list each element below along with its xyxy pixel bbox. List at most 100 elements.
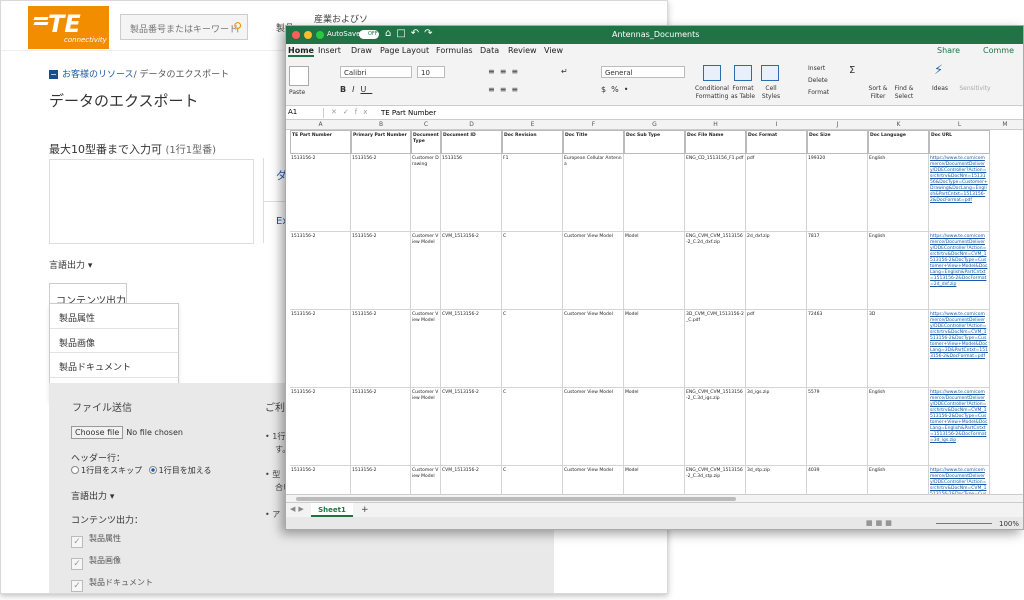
- font-size-select[interactable]: 10: [417, 66, 445, 78]
- delete-button[interactable]: Delete: [808, 77, 828, 84]
- align-icons[interactable]: ≡≡≡: [488, 67, 523, 76]
- data-cell[interactable]: English: [868, 154, 929, 232]
- url-cell[interactable]: https://www.te.com/commerce/DocumentDeli…: [929, 310, 990, 388]
- bold-italic-underline-icons[interactable]: BIU: [340, 85, 372, 94]
- data-cell[interactable]: ENG_CVM_CVM_1513156-2_C.3d_igs.zip: [685, 388, 746, 466]
- data-cell[interactable]: Customer View Model: [411, 310, 441, 388]
- column-header-i[interactable]: I: [746, 121, 807, 128]
- data-cell[interactable]: Customer View Model: [411, 232, 441, 310]
- data-cell[interactable]: 1513156-2: [290, 388, 351, 466]
- cell-styles-icon[interactable]: [761, 65, 779, 81]
- share-button[interactable]: Share: [937, 46, 960, 55]
- header-cell[interactable]: Doc Language: [868, 130, 929, 154]
- choose-file-button[interactable]: Choose file: [71, 426, 124, 439]
- ideas-icon[interactable]: ⚡: [934, 63, 948, 78]
- data-cell[interactable]: Customer View Model: [563, 310, 624, 388]
- data-cell[interactable]: English: [868, 232, 929, 310]
- radio-skip[interactable]: [71, 466, 79, 474]
- column-header-h[interactable]: H: [685, 121, 746, 128]
- format-button[interactable]: Format: [808, 89, 829, 96]
- sort-filter-button[interactable]: Sort & Filter: [866, 85, 890, 101]
- part-number-textarea[interactable]: [49, 159, 254, 244]
- search-icon[interactable]: ⚲: [233, 20, 242, 34]
- autosave-toggle[interactable]: OFF: [359, 30, 379, 39]
- header-cell[interactable]: Doc Title: [563, 130, 624, 154]
- data-cell[interactable]: 1513156-2: [351, 232, 411, 310]
- language-output-select-2[interactable]: 言語出力 ▾: [71, 489, 114, 502]
- fx-icon[interactable]: ✕✓fx: [331, 108, 373, 116]
- data-cell[interactable]: Model: [624, 388, 685, 466]
- data-cell[interactable]: 1513156-2: [290, 310, 351, 388]
- data-cell[interactable]: Customer Drawing: [411, 154, 441, 232]
- data-cell[interactable]: 1513156-2: [351, 388, 411, 466]
- tab-data[interactable]: Data: [480, 46, 499, 55]
- data-cell[interactable]: 1513156-2: [290, 232, 351, 310]
- data-cell[interactable]: F1: [502, 154, 563, 232]
- insert-button[interactable]: Insert: [808, 65, 825, 72]
- tab-formulas[interactable]: Formulas: [436, 46, 473, 55]
- data-cell[interactable]: 5579: [807, 388, 868, 466]
- sheet-tab[interactable]: Sheet1: [311, 503, 353, 517]
- column-header-c[interactable]: C: [411, 121, 441, 128]
- data-cell[interactable]: pdf: [746, 154, 807, 232]
- data-cell[interactable]: Model: [624, 232, 685, 310]
- data-cell[interactable]: pdf: [746, 310, 807, 388]
- quick-access-icons[interactable]: ⌂□↶↷: [385, 28, 438, 39]
- url-cell[interactable]: https://www.te.com/commerce/DocumentDeli…: [929, 154, 990, 232]
- dropdown-item-images[interactable]: 製品画像: [50, 329, 178, 353]
- data-cell[interactable]: 7817: [807, 232, 868, 310]
- data-cell[interactable]: CVM_1513156-2: [441, 388, 502, 466]
- data-cell[interactable]: ENG_CVM_CVM_1513156-2_C.2d_dxf.zip: [685, 232, 746, 310]
- column-header-e[interactable]: E: [502, 121, 563, 128]
- checkbox-images[interactable]: ✓ 製品画像: [71, 555, 121, 570]
- column-header-l[interactable]: L: [929, 121, 990, 128]
- header-cell[interactable]: TE Part Number: [290, 130, 351, 154]
- url-cell[interactable]: https://www.te.com/commerce/DocumentDeli…: [929, 232, 990, 310]
- header-cell[interactable]: Doc Revision: [502, 130, 563, 154]
- data-cell[interactable]: 3D: [868, 310, 929, 388]
- data-cell[interactable]: 1513156-2: [290, 154, 351, 232]
- add-sheet-icon[interactable]: +: [361, 505, 369, 515]
- header-cell[interactable]: Doc Format: [746, 130, 807, 154]
- align-icons-2[interactable]: ≡≡≡: [488, 85, 523, 94]
- tab-view[interactable]: View: [544, 46, 563, 55]
- data-cell[interactable]: Customer View Model: [411, 388, 441, 466]
- data-cell[interactable]: C: [502, 310, 563, 388]
- sheet-nav-icons[interactable]: ◀▶: [290, 505, 307, 513]
- find-select-button[interactable]: Find & Select: [892, 85, 916, 101]
- number-format-select[interactable]: General: [601, 66, 685, 78]
- tab-review[interactable]: Review: [508, 46, 537, 55]
- view-mode-icons[interactable]: ▦▦▦: [866, 519, 895, 527]
- data-cell[interactable]: [624, 154, 685, 232]
- column-header-a[interactable]: A: [290, 121, 351, 128]
- font-select[interactable]: Calibri: [340, 66, 412, 78]
- header-cell[interactable]: Document Type: [411, 130, 441, 154]
- data-cell[interactable]: Model: [624, 310, 685, 388]
- minimize-icon[interactable]: [304, 31, 312, 39]
- search-input[interactable]: 製品番号またはキーワード ⚲: [120, 14, 248, 40]
- data-cell[interactable]: 3d_igs.zip: [746, 388, 807, 466]
- te-logo[interactable]: TE connectivity: [28, 6, 109, 49]
- data-cell[interactable]: 1513156-2: [351, 154, 411, 232]
- checkbox-attributes[interactable]: ✓ 製品属性: [71, 533, 121, 548]
- dropdown-item-documents[interactable]: 製品ドキュメント: [50, 353, 178, 378]
- language-output-select[interactable]: 言語出力 ▾: [49, 258, 92, 271]
- number-format-icons[interactable]: $%•: [601, 85, 633, 94]
- close-icon[interactable]: [292, 31, 300, 39]
- tab-home[interactable]: Home: [288, 46, 314, 57]
- header-cell[interactable]: Doc Size: [807, 130, 868, 154]
- data-cell[interactable]: English: [868, 388, 929, 466]
- tab-page-layout[interactable]: Page Layout: [380, 46, 429, 55]
- data-cell[interactable]: 2d_dxf.zip: [746, 232, 807, 310]
- data-cell[interactable]: 72463: [807, 310, 868, 388]
- data-cell[interactable]: CVM_1513156-2: [441, 232, 502, 310]
- data-cell[interactable]: Customer View Model: [563, 232, 624, 310]
- data-cell[interactable]: 1513156-2: [351, 310, 411, 388]
- paste-icon[interactable]: [289, 66, 309, 86]
- format-as-table-icon[interactable]: [734, 65, 752, 81]
- data-cell[interactable]: Customer View Model: [563, 388, 624, 466]
- dropdown-item-attributes[interactable]: 製品属性: [50, 304, 178, 329]
- data-cell[interactable]: 1513156: [441, 154, 502, 232]
- column-header-j[interactable]: J: [807, 121, 868, 128]
- column-header-b[interactable]: B: [351, 121, 411, 128]
